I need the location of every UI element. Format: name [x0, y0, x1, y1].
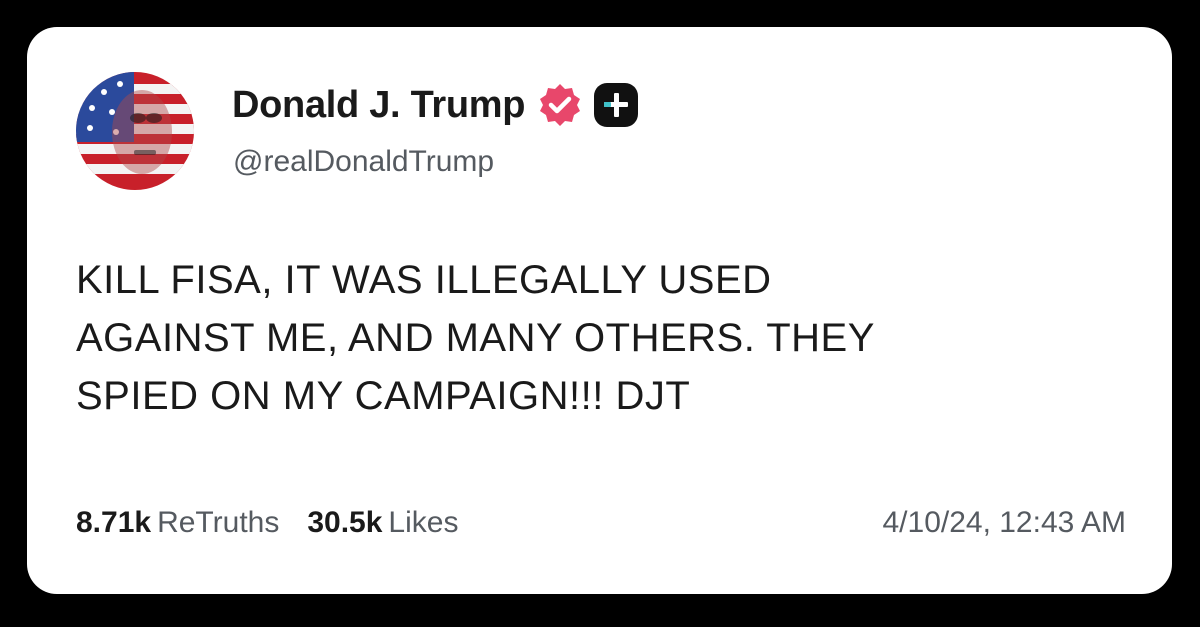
post-text-line: KILL FISA, IT WAS ILLEGALLY USED	[76, 258, 772, 302]
post-text-line: SPIED ON MY CAMPAIGN!!! DJT	[76, 374, 691, 418]
likes-stat[interactable]: 30.5k Likes	[307, 506, 458, 540]
retruths-count: 8.71k	[76, 506, 152, 539]
retruths-label: ReTruths	[157, 506, 280, 539]
likes-count: 30.5k	[307, 506, 383, 539]
post-footer: 8.71k ReTruths 30.5k Likes 4/10/24, 12:43 …	[76, 501, 1126, 545]
likes-label: Likes	[388, 506, 459, 539]
retruths-stat[interactable]: 8.71k ReTruths	[76, 506, 279, 540]
author-name-row: Donald J. Trump	[232, 79, 639, 131]
author-avatar[interactable]	[76, 72, 194, 190]
post-timestamp[interactable]: 4/10/24, 12:43 AM	[882, 506, 1126, 540]
flag-portrait-avatar-icon	[76, 72, 194, 190]
author-handle[interactable]: @realDonaldTrump	[233, 145, 494, 179]
author-display-name[interactable]: Donald J. Trump	[232, 84, 526, 127]
plus-badge-icon	[594, 83, 639, 127]
post-card: Donald J. Trump @realDonaldTrump KILL FI…	[27, 27, 1172, 594]
post-text: KILL FISA, IT WAS ILLEGALLY USED AGAINST…	[76, 251, 1136, 425]
post-text-line: AGAINST ME, AND MANY OTHERS. THEY	[76, 316, 875, 360]
verified-badge-icon	[540, 84, 581, 126]
